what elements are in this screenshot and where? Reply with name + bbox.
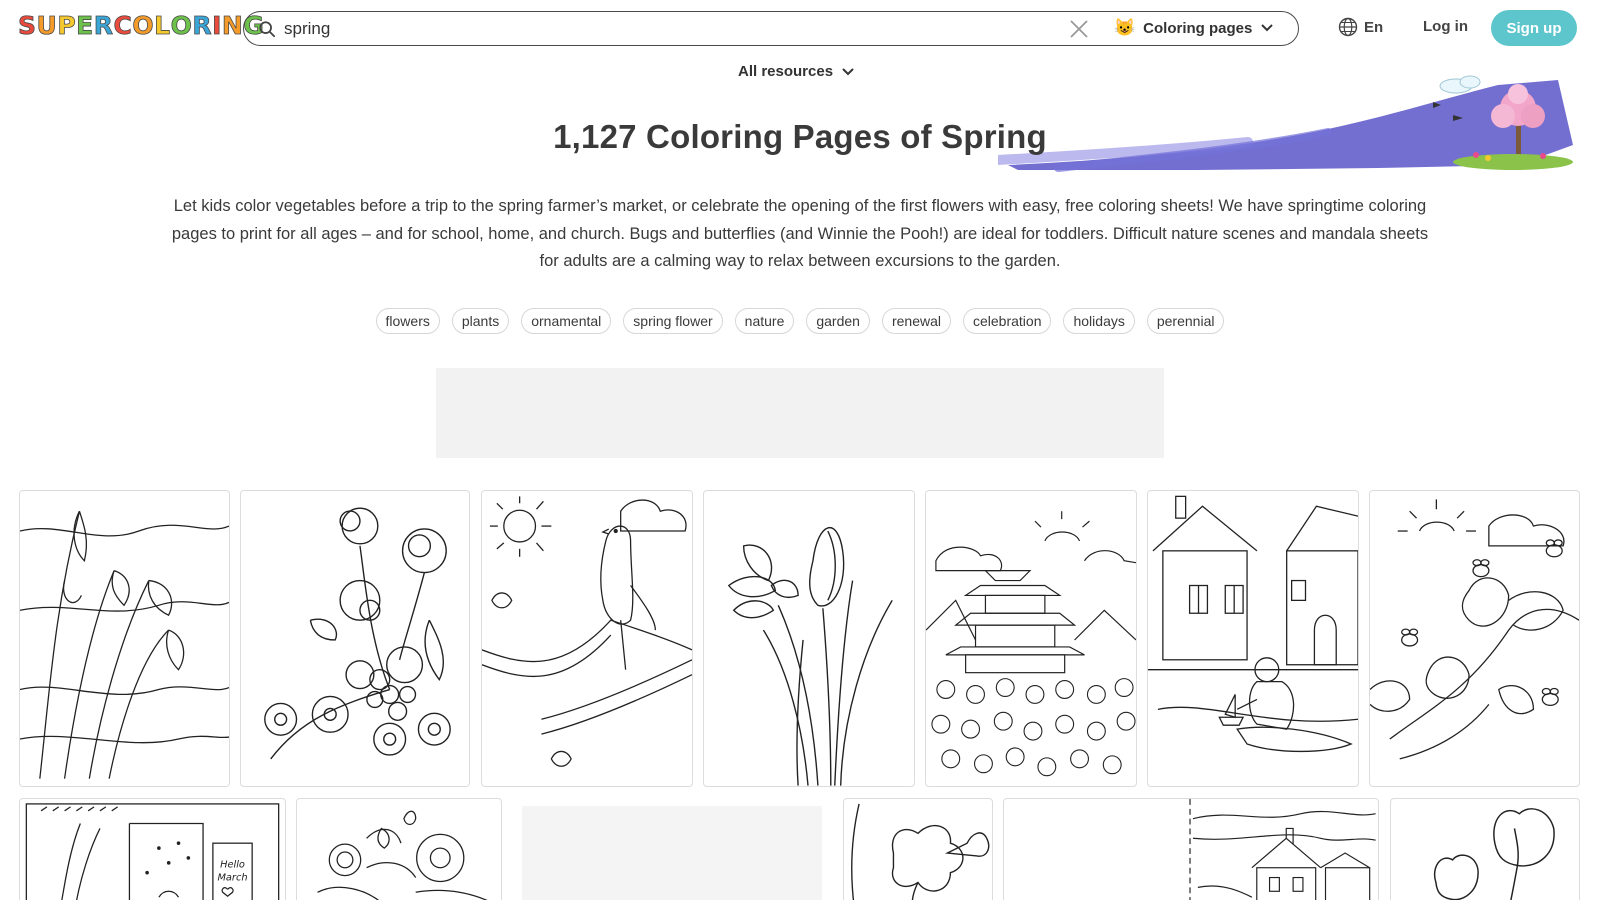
login-link[interactable]: Log in [1423, 18, 1468, 35]
logo-letter: U [36, 11, 58, 41]
pagoda-drawing [926, 511, 1136, 777]
category-label: Coloring pages [1143, 19, 1253, 37]
page-title: 1,127 Coloring Pages of Spring [553, 118, 1047, 155]
tag-chip[interactable]: renewal [881, 308, 951, 334]
crocus-drawing [727, 527, 893, 786]
bird-on-branch-drawing [482, 496, 692, 767]
tag-chip[interactable]: holidays [1063, 308, 1135, 334]
tulips-drawing [1433, 808, 1555, 900]
coloring-page-card-tulips[interactable] [1390, 798, 1580, 900]
tag-chip[interactable]: garden [806, 308, 870, 334]
logo-letter: S [18, 11, 37, 41]
logo-letter: R [93, 11, 114, 41]
march-text: March [217, 872, 247, 883]
tag-list: flowers plants ornamental spring flower … [0, 308, 1600, 334]
logo-letter: E [76, 11, 94, 41]
language-label: En [1364, 18, 1384, 36]
coloring-page-card-pagoda[interactable] [925, 490, 1137, 787]
tag-chip[interactable]: plants [451, 308, 510, 334]
clear-search-icon[interactable] [1069, 19, 1089, 39]
language-selector[interactable]: En [1338, 17, 1383, 37]
bee-icon [1545, 539, 1563, 558]
tag-chip[interactable]: celebration [962, 308, 1052, 334]
chevron-down-icon [1261, 24, 1274, 32]
roses-drawing [317, 810, 488, 900]
logo-letter: I [212, 11, 222, 41]
site-header: SUPERCOLORING 😺 Coloring pages En Lo [0, 0, 1600, 56]
flower-bouquet-drawing [264, 507, 451, 760]
site-logo[interactable]: SUPERCOLORING [18, 10, 265, 42]
page-description: Let kids color vegetables before a trip … [171, 197, 1429, 270]
cloud-icon [1439, 75, 1481, 94]
coloring-page-card-daffodil[interactable] [843, 798, 993, 900]
coloring-page-card-bird-on-branch[interactable] [481, 490, 693, 787]
chevron-down-icon [842, 67, 854, 75]
magnolia-bees-drawing [1370, 499, 1579, 760]
coloring-page-card-crocus[interactable] [703, 490, 915, 787]
logo-letter: C [113, 11, 133, 41]
tag-chip[interactable]: spring flower [623, 308, 723, 334]
coloring-page-card-village-house[interactable] [1003, 798, 1379, 900]
coloring-page-card-hello-march[interactable]: Hello March [19, 798, 286, 900]
snowdrops-drawing [20, 510, 229, 779]
hello-march-window-drawing: Hello March [25, 803, 280, 900]
coloring-page-card-roses[interactable] [296, 798, 502, 900]
hello-text: Hello [220, 860, 245, 871]
bee-icon [1401, 628, 1419, 647]
category-dropdown[interactable]: 😺 Coloring pages [1114, 12, 1274, 44]
coloring-page-card-boy-with-boat[interactable] [1147, 490, 1359, 787]
village-house-drawing [1189, 799, 1376, 900]
tag-chip[interactable]: flowers [375, 308, 440, 334]
logo-letter: R [192, 11, 213, 41]
globe-icon [1338, 17, 1358, 37]
search-bar: 😺 Coloring pages [243, 11, 1299, 46]
tag-chip[interactable]: ornamental [521, 308, 612, 334]
search-input[interactable] [284, 17, 1004, 41]
all-resources-dropdown[interactable]: All resources [738, 63, 855, 80]
logo-letter: P [57, 11, 77, 41]
all-resources-label: All resources [738, 63, 834, 80]
bee-icon [1541, 687, 1559, 707]
tag-chip[interactable]: perennial [1146, 308, 1225, 334]
coloring-page-card-snowdrops[interactable] [19, 490, 230, 787]
loading-placeholder [522, 806, 822, 900]
cat-face-icon: 😺 [1114, 18, 1136, 37]
coloring-page-card-magnolia-bees[interactable] [1369, 490, 1580, 787]
bee-icon [1472, 559, 1490, 578]
boy-with-boat-drawing [1148, 495, 1358, 753]
logo-letter: O [170, 11, 193, 41]
daffodil-drawing [851, 803, 990, 900]
signup-button[interactable]: Sign up [1491, 10, 1577, 46]
ad-banner [436, 368, 1164, 458]
search-icon [259, 21, 276, 38]
logo-letter: O [132, 11, 155, 41]
logo-letter: L [154, 11, 171, 41]
tag-chip[interactable]: nature [734, 308, 795, 334]
coloring-page-card-flower-bouquet[interactable] [240, 490, 470, 787]
logo-letter: N [221, 11, 244, 41]
